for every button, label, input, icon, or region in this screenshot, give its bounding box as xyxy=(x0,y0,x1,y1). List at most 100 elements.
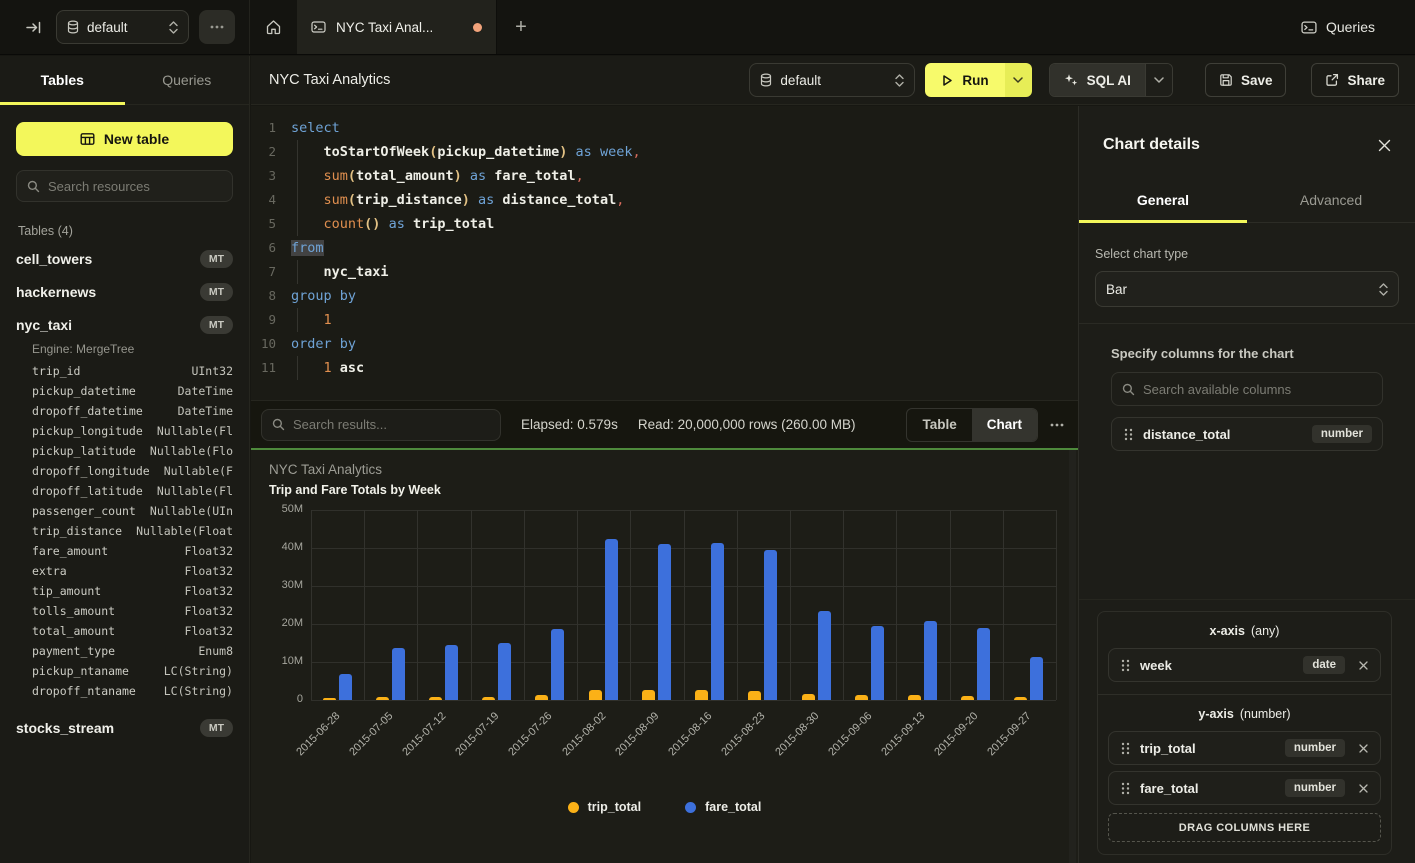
table-row-nyc_taxi[interactable]: nyc_taxiMT xyxy=(16,308,233,341)
chart-scrollbar-track[interactable] xyxy=(1069,450,1076,863)
drag-columns-dropzone[interactable]: DRAG COLUMNS HERE xyxy=(1108,813,1381,842)
drag-handle-icon[interactable] xyxy=(1121,782,1130,795)
save-label: Save xyxy=(1241,73,1273,88)
x-axis-heading: x-axis(any) xyxy=(1108,624,1381,638)
remove-column-icon[interactable] xyxy=(1357,782,1370,795)
sidebar-tab-tables[interactable]: Tables xyxy=(0,56,125,104)
bar-trip_total xyxy=(642,690,655,700)
column-chip-distance_total[interactable]: distance_totalnumber xyxy=(1111,417,1383,451)
bar-fare_total xyxy=(658,544,671,700)
resource-search[interactable] xyxy=(16,170,233,202)
view-toggle-chart[interactable]: Chart xyxy=(972,409,1037,441)
column-chip-week[interactable]: weekdate xyxy=(1108,648,1381,682)
gridline xyxy=(790,510,791,700)
chart-type-selector[interactable]: Bar xyxy=(1095,271,1399,307)
sql-editor[interactable]: 1select2 toStartOfWeek(pickup_datetime) … xyxy=(251,106,1078,400)
topbar-right: Queries xyxy=(1301,19,1415,35)
column-name: passenger_count xyxy=(32,504,136,518)
column-row-pickup_datetime[interactable]: pickup_datetimeDateTime xyxy=(16,381,233,401)
run-options-button[interactable] xyxy=(1005,63,1032,97)
view-toggle-table[interactable]: Table xyxy=(907,409,971,441)
home-button[interactable] xyxy=(250,0,297,54)
tab-nyc-taxi-analytics[interactable]: NYC Taxi Anal... xyxy=(297,0,497,54)
column-name: trip_distance xyxy=(32,524,122,538)
resource-search-input[interactable] xyxy=(48,179,224,194)
tab-advanced[interactable]: Advanced xyxy=(1247,178,1415,222)
tab-general[interactable]: General xyxy=(1079,178,1247,222)
legend-label: fare_total xyxy=(705,800,761,814)
table-row-cell_towers[interactable]: cell_towersMT xyxy=(16,242,233,275)
column-row-trip_distance[interactable]: trip_distanceNullable(Float xyxy=(16,521,233,541)
x-axis-label: x-axis xyxy=(1210,624,1245,638)
sql-ai-options-button[interactable] xyxy=(1145,64,1172,96)
new-tab-button[interactable]: + xyxy=(497,0,545,54)
column-type: DateTime xyxy=(178,404,233,418)
table-row-hackernews[interactable]: hackernewsMT xyxy=(16,275,233,308)
indent-guide xyxy=(297,212,298,236)
y-axis-tick: 20M xyxy=(261,617,303,629)
bar-fare_total xyxy=(764,550,777,700)
axis-config-box: x-axis(any) weekdate y-axis(number) trip… xyxy=(1097,611,1392,855)
remove-column-icon[interactable] xyxy=(1357,742,1370,755)
sidebar-tab-queries[interactable]: Queries xyxy=(125,56,250,104)
gridline xyxy=(684,510,685,700)
column-row-total_amount[interactable]: total_amountFloat32 xyxy=(16,621,233,641)
collapse-sidebar-icon[interactable] xyxy=(20,14,46,40)
results-search-input[interactable] xyxy=(293,417,490,432)
gridline xyxy=(471,510,472,700)
database-selector[interactable]: default xyxy=(749,63,915,97)
column-row-fare_amount[interactable]: fare_amountFloat32 xyxy=(16,541,233,561)
column-row-extra[interactable]: extraFloat32 xyxy=(16,561,233,581)
workspace-selector[interactable]: default xyxy=(56,10,189,44)
close-icon[interactable] xyxy=(1378,139,1391,152)
results-search[interactable] xyxy=(261,409,501,441)
column-row-tip_amount[interactable]: tip_amountFloat32 xyxy=(16,581,233,601)
sql-ai-button[interactable]: SQL AI xyxy=(1050,64,1145,96)
table-name: cell_towers xyxy=(16,251,92,267)
column-row-dropoff_latitude[interactable]: dropoff_latitudeNullable(Fl xyxy=(16,481,233,501)
column-row-payment_type[interactable]: payment_typeEnum8 xyxy=(16,641,233,661)
column-row-dropoff_ntaname[interactable]: dropoff_ntanameLC(String) xyxy=(16,681,233,701)
tables-section-label: Tables (4) xyxy=(18,224,233,238)
share-button[interactable]: Share xyxy=(1311,63,1399,97)
legend-label: trip_total xyxy=(588,800,641,814)
column-row-dropoff_longitude[interactable]: dropoff_longitudeNullable(F xyxy=(16,461,233,481)
column-chip-fare_total[interactable]: fare_totalnumber xyxy=(1108,771,1381,805)
bar-fare_total xyxy=(711,543,724,700)
new-table-button[interactable]: New table xyxy=(16,122,233,156)
code-text: from xyxy=(291,236,324,260)
chevron-updown-icon xyxy=(169,21,178,34)
remove-column-icon[interactable] xyxy=(1357,659,1370,672)
legend-item-fare_total[interactable]: fare_total xyxy=(685,800,761,814)
indent-guide xyxy=(297,188,298,212)
drag-handle-icon[interactable] xyxy=(1124,428,1133,441)
column-row-pickup_ntaname[interactable]: pickup_ntanameLC(String) xyxy=(16,661,233,681)
chip-type-badge: date xyxy=(1303,656,1345,674)
elapsed-stat: Elapsed: 0.579s xyxy=(521,417,618,432)
workspace-more-button[interactable] xyxy=(199,10,235,44)
workspace-name: default xyxy=(87,20,161,35)
save-button[interactable]: Save xyxy=(1205,63,1287,97)
table-row-stocks_stream[interactable]: stocks_streamMT xyxy=(16,711,233,744)
chevron-updown-icon xyxy=(895,74,904,87)
drag-handle-icon[interactable] xyxy=(1121,659,1130,672)
legend-item-trip_total[interactable]: trip_total xyxy=(568,800,641,814)
column-row-passenger_count[interactable]: passenger_count Nullable(UIn xyxy=(16,501,233,521)
queries-nav[interactable]: Queries xyxy=(1301,19,1375,35)
drag-handle-icon[interactable] xyxy=(1121,742,1130,755)
line-number: 1 xyxy=(251,116,291,140)
results-more-button[interactable] xyxy=(1050,423,1064,427)
column-chip-trip_total[interactable]: trip_totalnumber xyxy=(1108,731,1381,765)
column-row-tolls_amount[interactable]: tolls_amountFloat32 xyxy=(16,601,233,621)
sql-ai-split-button: SQL AI xyxy=(1049,63,1173,97)
column-row-pickup_longitude[interactable]: pickup_longitudeNullable(Fl xyxy=(16,421,233,441)
column-row-trip_id[interactable]: trip_idUInt32 xyxy=(16,361,233,381)
column-search-input[interactable] xyxy=(1143,382,1372,397)
sql-editor-lines: 1select2 toStartOfWeek(pickup_datetime) … xyxy=(251,116,1078,380)
column-type: Nullable(Fl xyxy=(157,484,233,498)
column-search[interactable] xyxy=(1111,372,1383,406)
column-type: Nullable(UIn xyxy=(150,504,233,518)
column-row-pickup_latitude[interactable]: pickup_latitudeNullable(Flo xyxy=(16,441,233,461)
run-button[interactable]: Run xyxy=(925,63,1004,97)
column-row-dropoff_datetime[interactable]: dropoff_datetimeDateTime xyxy=(16,401,233,421)
